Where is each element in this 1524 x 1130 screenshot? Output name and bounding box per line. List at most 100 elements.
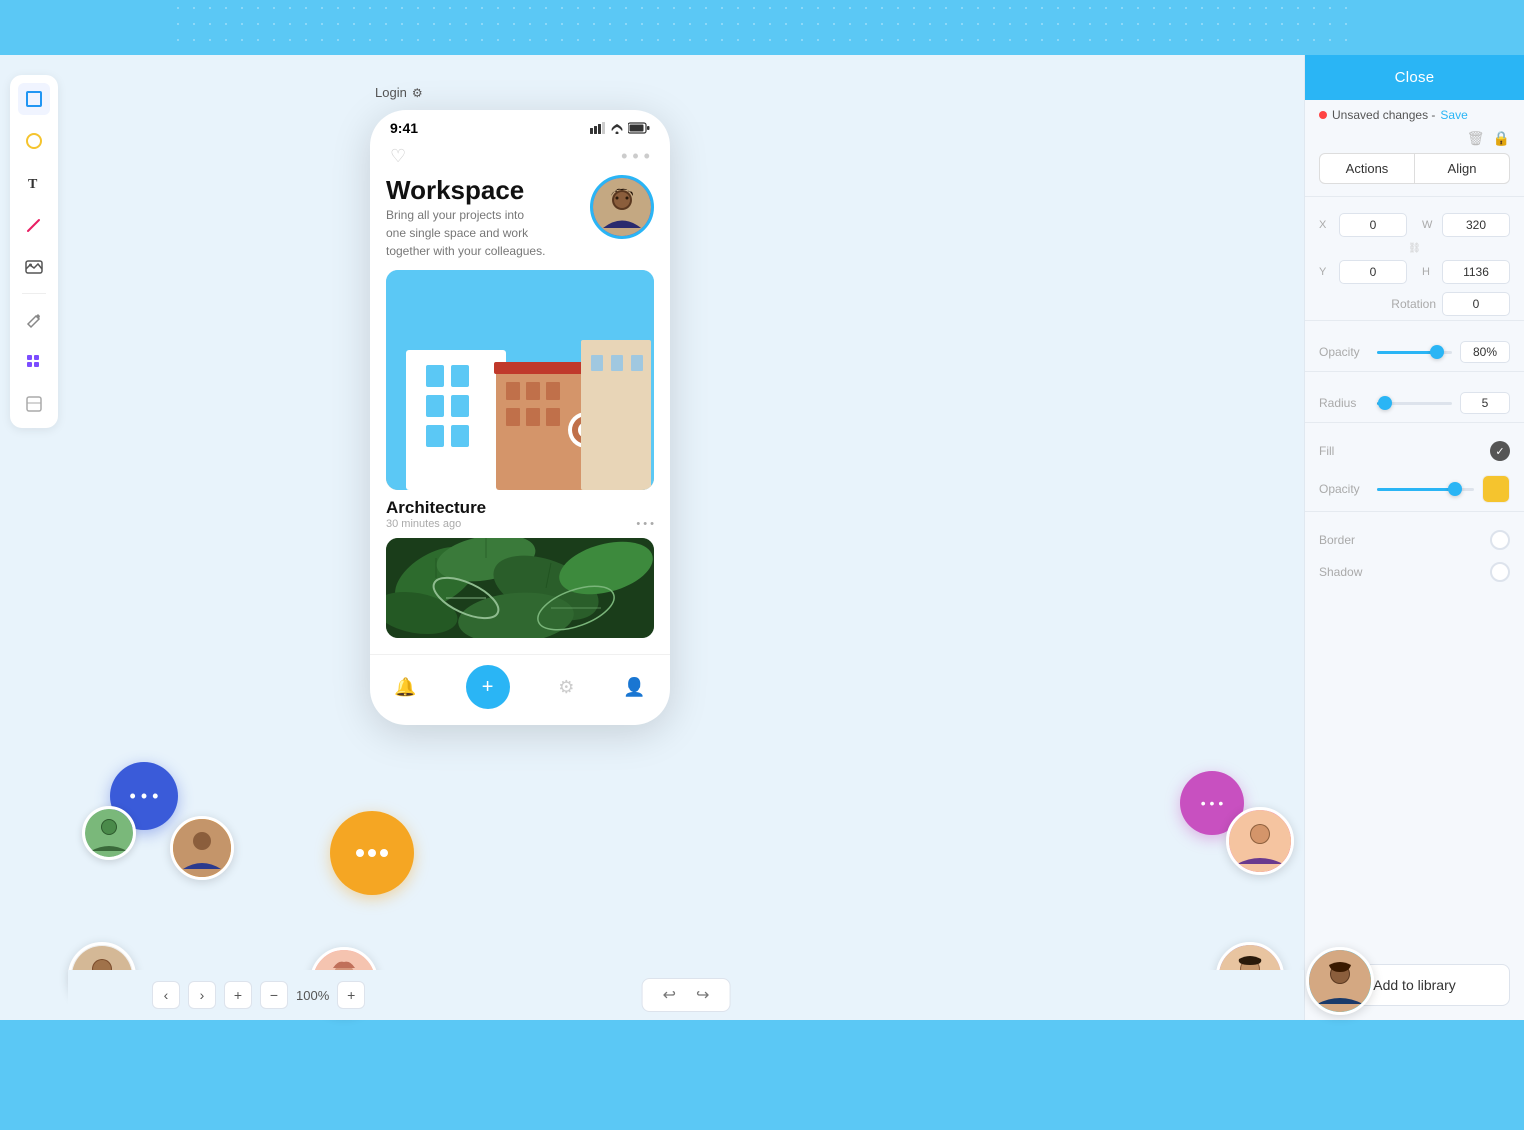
zoom-out-button[interactable]: − xyxy=(260,981,288,1009)
rotation-input[interactable] xyxy=(1442,292,1510,316)
user-thumbnail-left xyxy=(82,806,136,860)
mobile-content: Workspace Bring all your projects into o… xyxy=(370,175,670,654)
svg-text:T: T xyxy=(28,177,38,192)
component-tool[interactable] xyxy=(18,388,50,420)
rotation-row: Rotation xyxy=(1305,288,1524,320)
actions-tab[interactable]: Actions xyxy=(1319,153,1415,184)
person-avatar-1 xyxy=(170,816,234,880)
radius-input[interactable] xyxy=(1460,392,1510,414)
card-info: Architecture 30 minutes ago • • • xyxy=(386,498,654,530)
border-row: Border xyxy=(1305,524,1524,556)
more-icon[interactable]: • • • xyxy=(621,146,650,167)
card-meta: 30 minutes ago • • • xyxy=(386,518,654,530)
trash-icon[interactable]: 🗑 xyxy=(1467,130,1485,147)
y-input[interactable] xyxy=(1339,260,1407,284)
mobile-frame: 9:41 ♡ • • • Workspace Bring all your pr… xyxy=(370,110,670,725)
person-avatar-5 xyxy=(1226,807,1294,875)
w-input[interactable] xyxy=(1442,213,1510,237)
opacity-track[interactable] xyxy=(1377,351,1452,354)
chat-bubble-yellow xyxy=(330,811,414,895)
heart-icon[interactable]: ♡ xyxy=(390,146,406,167)
image-tool[interactable] xyxy=(18,251,50,283)
opacity-label: Opacity xyxy=(1319,345,1369,359)
rotation-label: Rotation xyxy=(1391,297,1436,311)
shadow-label: Shadow xyxy=(1319,565,1482,579)
lock-icon[interactable]: 🔒 xyxy=(1493,130,1510,147)
border-toggle[interactable] xyxy=(1490,530,1510,550)
add-frame-button[interactable]: + xyxy=(224,981,252,1009)
top-bar-dots xyxy=(170,0,1354,55)
nav-forward-button[interactable]: › xyxy=(188,981,216,1009)
grid-tool[interactable] xyxy=(18,346,50,378)
mobile-header: Workspace Bring all your projects into o… xyxy=(386,175,654,260)
chat-dots-blue: • • • xyxy=(130,786,159,807)
panel-icons-row: 🗑 🔒 xyxy=(1305,130,1524,153)
rectangle-tool[interactable] xyxy=(18,83,50,115)
unsaved-row: Unsaved changes - Save xyxy=(1305,100,1524,130)
profile-nav-icon[interactable]: 👤 xyxy=(623,677,645,698)
fill-row: Fill ✓ xyxy=(1305,435,1524,467)
actions-align-row: Actions Align xyxy=(1305,153,1524,196)
fill-opacity-track[interactable] xyxy=(1377,488,1474,491)
opacity-row: Opacity xyxy=(1305,333,1524,371)
mobile-avatar xyxy=(590,175,654,239)
text-tool[interactable]: T xyxy=(18,167,50,199)
x-input[interactable] xyxy=(1339,213,1407,237)
fill-opacity-row: Opacity xyxy=(1305,467,1524,511)
mobile-title: Workspace xyxy=(386,175,546,206)
nav-back-button[interactable]: ‹ xyxy=(152,981,180,1009)
panel-divider-4 xyxy=(1305,422,1524,423)
right-panel: Close Unsaved changes - Save 🗑 🔒 Actions… xyxy=(1304,55,1524,1020)
mobile-header-text: Workspace Bring all your projects into o… xyxy=(386,175,546,260)
y-label: Y xyxy=(1319,266,1333,278)
mobile-status-bar: 9:41 xyxy=(370,110,670,142)
toolbar-divider xyxy=(22,293,46,294)
pen-tool[interactable] xyxy=(18,209,50,241)
unsaved-text: Unsaved changes - xyxy=(1332,108,1435,122)
h-input[interactable] xyxy=(1442,260,1510,284)
card-title: Architecture xyxy=(386,498,654,518)
zoom-value: 100% xyxy=(296,988,329,1003)
toolbar-panel: T xyxy=(10,75,58,428)
fill-color-swatch[interactable] xyxy=(1482,475,1510,503)
panel-divider-3 xyxy=(1305,371,1524,372)
redo-button[interactable]: ↪ xyxy=(690,985,715,1005)
x-label: X xyxy=(1319,219,1333,231)
zoom-in-button[interactable]: + xyxy=(337,981,365,1009)
login-text: Login xyxy=(375,85,407,100)
radius-row: Radius xyxy=(1305,384,1524,422)
zoom-controls: ‹ › + − 100% + xyxy=(152,981,365,1009)
align-tab[interactable]: Align xyxy=(1415,153,1510,184)
fill-label: Fill xyxy=(1319,444,1482,458)
fill-opacity-label: Opacity xyxy=(1319,482,1369,496)
person-avatar-6 xyxy=(1306,947,1374,1015)
save-link[interactable]: Save xyxy=(1440,108,1467,122)
circle-tool[interactable] xyxy=(18,125,50,157)
radius-label: Radius xyxy=(1319,396,1369,410)
bottom-toolbar: ‹ › + − 100% + ↩ ↪ xyxy=(68,970,1304,1020)
w-label: W xyxy=(1422,219,1436,231)
add-nav-button[interactable]: + xyxy=(466,665,510,709)
opacity-input[interactable] xyxy=(1460,341,1510,363)
settings-nav-icon[interactable]: ⚙ xyxy=(558,677,574,698)
top-decorative-bar xyxy=(0,0,1524,55)
undo-button[interactable]: ↩ xyxy=(657,985,682,1005)
close-button[interactable]: Close xyxy=(1305,55,1524,100)
bottom-decorative-bar xyxy=(0,1020,1524,1130)
panel-divider-2 xyxy=(1305,320,1524,321)
mobile-time: 9:41 xyxy=(390,120,418,136)
radius-track[interactable] xyxy=(1377,402,1452,405)
card-menu[interactable]: • • • xyxy=(636,518,654,530)
fill-check[interactable]: ✓ xyxy=(1490,441,1510,461)
shadow-row: Shadow xyxy=(1305,556,1524,588)
canvas-area[interactable] xyxy=(68,55,1304,1020)
shadow-toggle[interactable] xyxy=(1490,562,1510,582)
settings-icon[interactable]: ⚙ xyxy=(412,86,423,100)
mobile-subtitle: Bring all your projects into one single … xyxy=(386,206,546,260)
bell-nav-icon[interactable]: 🔔 xyxy=(394,677,416,698)
status-icons xyxy=(590,122,650,134)
h-label: H xyxy=(1422,266,1436,278)
chat-dots-purple: • • • xyxy=(1201,795,1223,811)
mobile-bottom-nav: 🔔 + ⚙ 👤 xyxy=(370,654,670,725)
pencil-tool[interactable] xyxy=(18,304,50,336)
